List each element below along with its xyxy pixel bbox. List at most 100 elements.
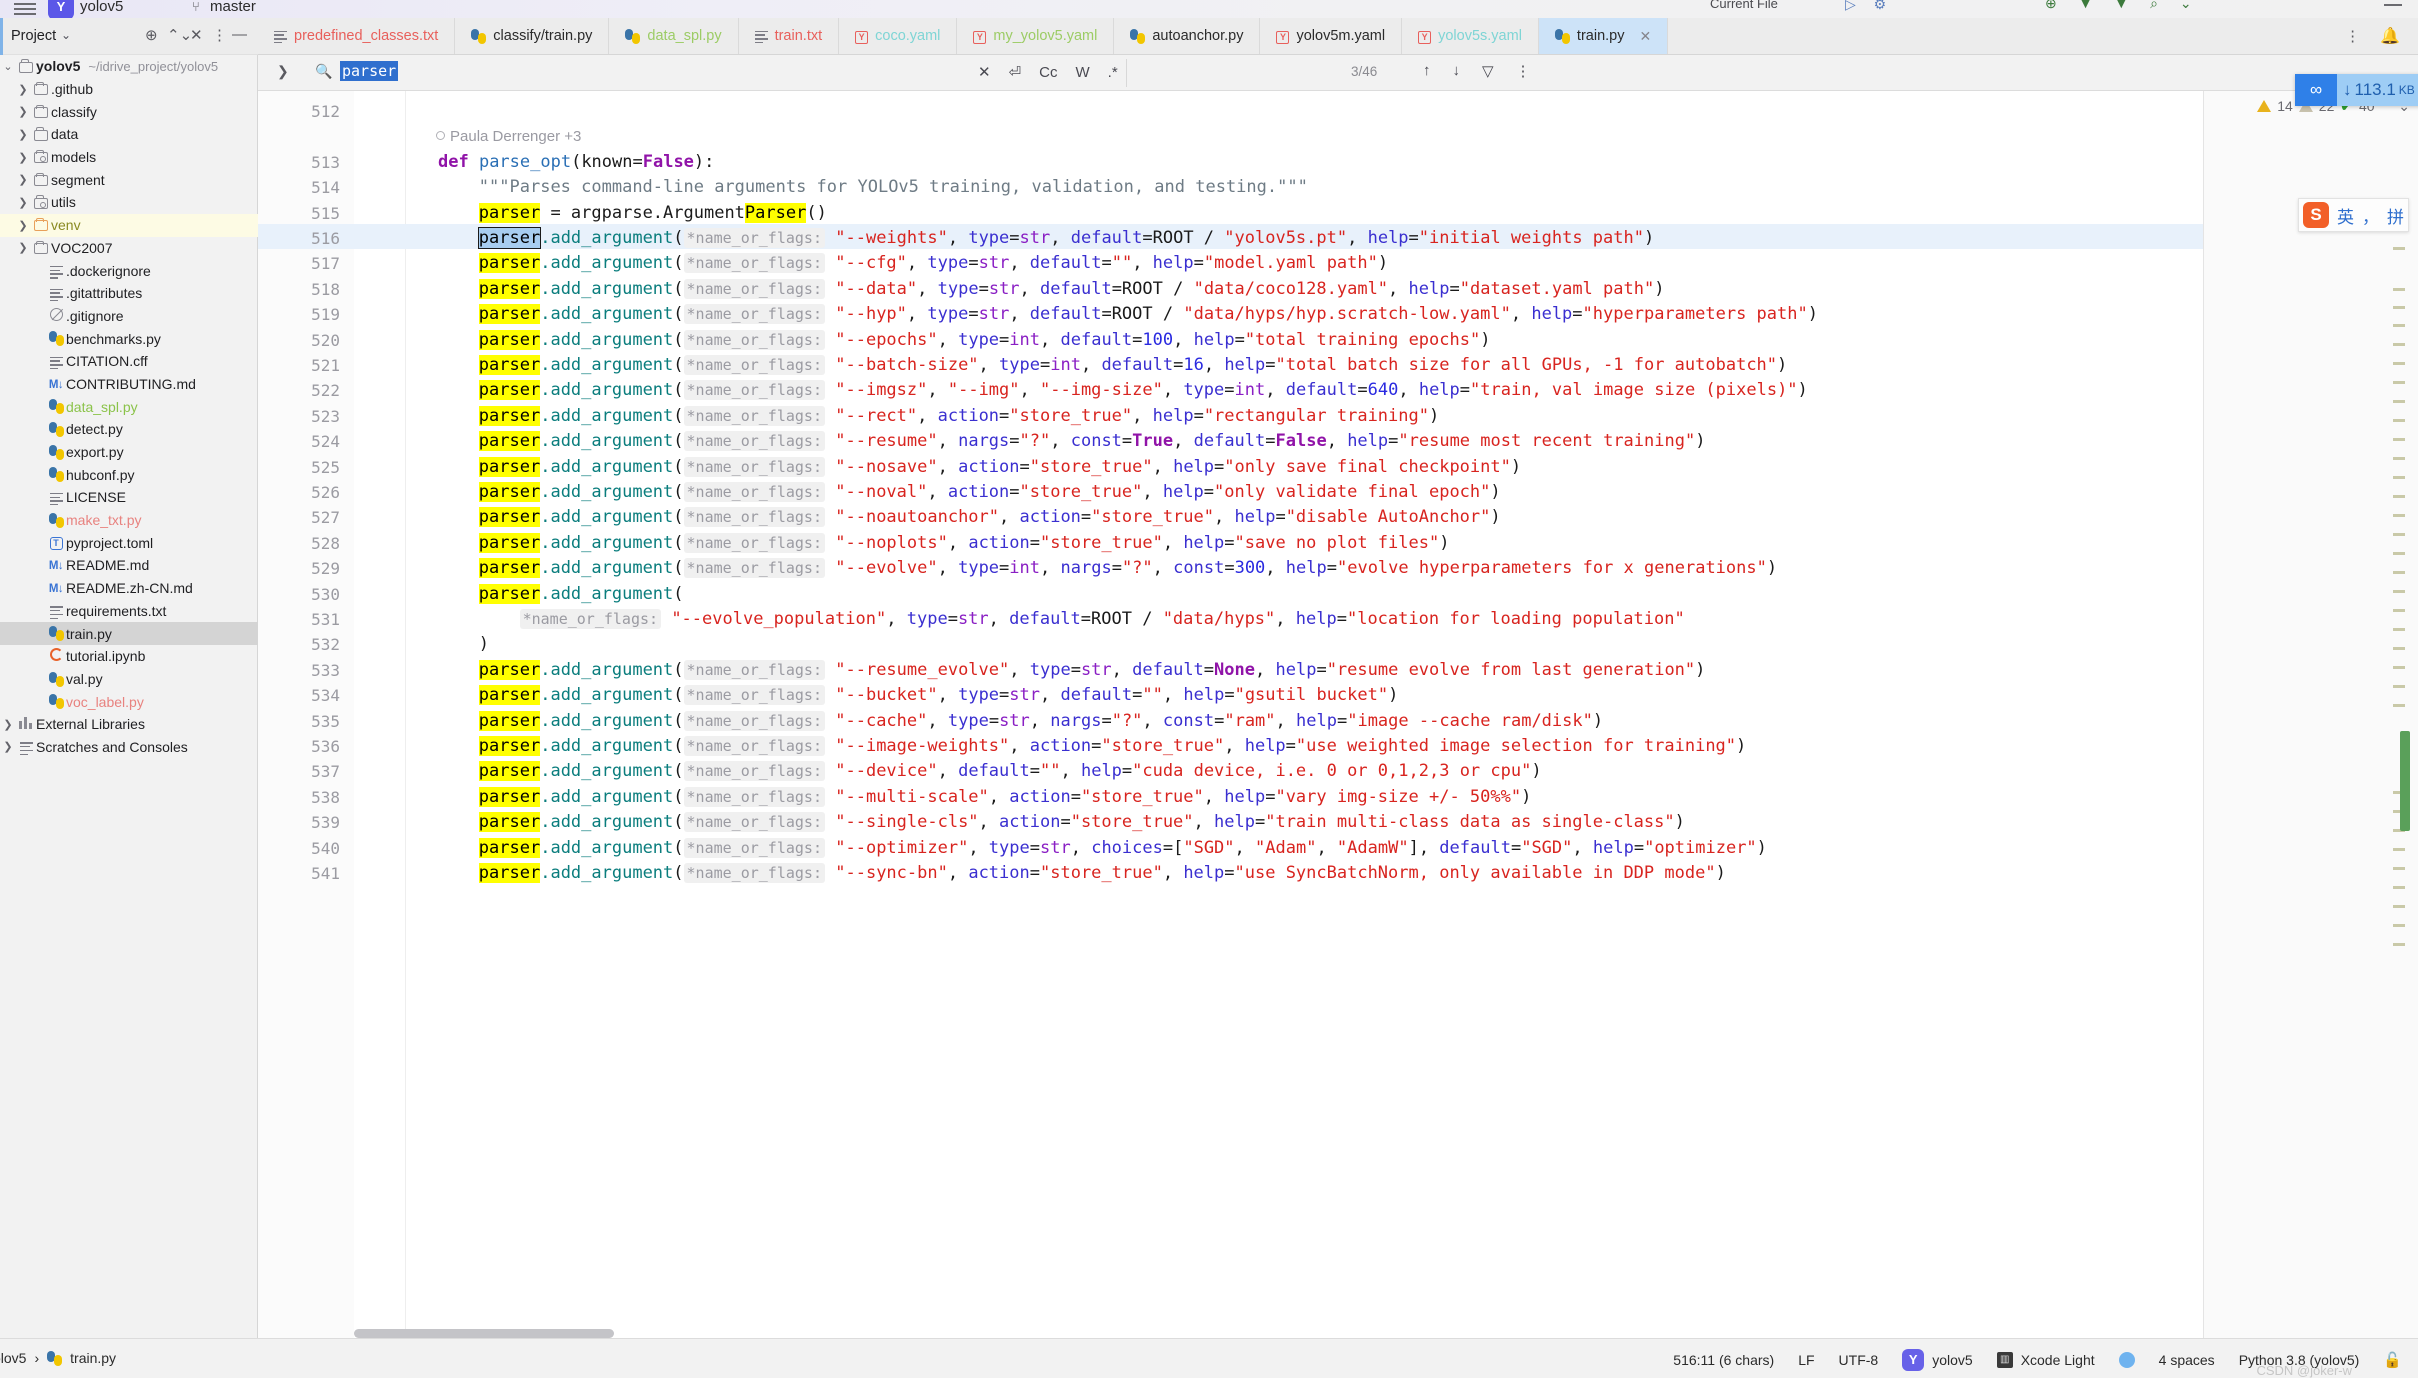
search-toggles[interactable]: ✕ ⏎ Cc W .*: [978, 63, 1118, 82]
breadcrumb-file[interactable]: train.py: [70, 1350, 116, 1366]
caret-position[interactable]: 516:11 (6 chars): [1673, 1352, 1774, 1368]
editor-tab-bar[interactable]: predefined_classes.txt classify/train.py d…: [258, 18, 2418, 55]
code-line[interactable]: parser = argparse.ArgumentParser(): [478, 201, 827, 226]
line-number[interactable]: 531: [258, 607, 340, 632]
line-number[interactable]: 529: [258, 556, 340, 581]
inspection-mark[interactable]: [2393, 924, 2405, 927]
inspection-mark[interactable]: [2393, 495, 2405, 498]
run-controls[interactable]: ▷ ⚙: [1845, 0, 1893, 13]
inspection-mark[interactable]: [2393, 552, 2405, 555]
code-line[interactable]: parser.add_argument(*name_or_flags: "--i…: [478, 378, 1808, 403]
regex-newline-toggle[interactable]: ⏎: [1009, 63, 1022, 81]
indent-setting[interactable]: 4 spaces: [2159, 1352, 2215, 1368]
line-number[interactable]: 523: [258, 404, 340, 429]
code-line[interactable]: parser.add_argument(*name_or_flags: "--w…: [477, 226, 1654, 251]
tree-item-models[interactable]: ❯ models: [0, 146, 258, 169]
tree-item-venv[interactable]: ❯ venv: [0, 213, 258, 237]
inspection-mark[interactable]: [2393, 288, 2405, 291]
chevron-down-icon[interactable]: ⌄: [0, 60, 16, 73]
tree-item-make-txt-py[interactable]: make_txt.py: [0, 509, 258, 532]
ime-punctuation[interactable]: ，: [2362, 203, 2379, 228]
code-line[interactable]: parser.add_argument(*name_or_flags: "--n…: [478, 531, 1449, 556]
chevron-right-icon[interactable]: ❯: [15, 83, 31, 96]
inspection-mark[interactable]: [2393, 943, 2405, 946]
chevron-right-icon[interactable]: ❯: [0, 718, 16, 731]
code-line[interactable]: parser.add_argument(*name_or_flags: "--e…: [478, 328, 1490, 353]
chevron-right-icon[interactable]: ❯: [15, 241, 31, 254]
editor-tab-data-spl-py[interactable]: data_spl.py: [609, 18, 739, 54]
tree-item-license[interactable]: LICENSE: [0, 486, 258, 509]
toolbar-right-icons[interactable]: ⊕ ▼ ▼ ⌕ ⌄: [2045, 0, 2201, 12]
inspection-mark[interactable]: [2393, 514, 2405, 517]
chevron-down-icon[interactable]: ⌄: [61, 28, 71, 42]
line-number[interactable]: 517: [258, 251, 340, 276]
code-line[interactable]: parser.add_argument(*name_or_flags: "--h…: [478, 302, 1818, 327]
code-editor[interactable]: 512 Paula Derrenger +3 513 def parse_opt(kn…: [258, 91, 2418, 1338]
chevron-right-icon[interactable]: ❯: [0, 740, 16, 753]
ime-status-overlay[interactable]: S 英 ， 拼: [2298, 198, 2409, 232]
tree-item-voc-label-py[interactable]: voc_label.py: [0, 690, 258, 713]
code-line[interactable]: parser.add_argument(*name_or_flags: "--b…: [478, 353, 1787, 378]
tree-item-benchmarks-py[interactable]: benchmarks.py: [0, 327, 258, 350]
status-dot-icon[interactable]: [2118, 1352, 2135, 1368]
inspection-mark[interactable]: [2393, 362, 2405, 365]
download-speed-overlay[interactable]: ∞ ↓ 113.1 KB: [2295, 74, 2418, 106]
tree-item-scratches-and-consoles[interactable]: ❯ Scratches and Consoles: [0, 736, 258, 759]
clear-search-button[interactable]: ✕: [978, 63, 991, 81]
locate-icon[interactable]: ⊕: [145, 26, 158, 44]
line-number[interactable]: 528: [258, 531, 340, 556]
tree-item-data[interactable]: ❯ data: [0, 123, 258, 146]
file-encoding[interactable]: UTF-8: [1839, 1352, 1879, 1368]
editor-tab-autoanchor-py[interactable]: autoanchor.py: [1114, 18, 1261, 54]
code-line[interactable]: parser.add_argument(*name_or_flags: "--c…: [478, 251, 1388, 276]
line-number[interactable]: 527: [258, 505, 340, 530]
code-line[interactable]: parser.add_argument(*name_or_flags: "--r…: [478, 404, 1439, 429]
inspection-mark[interactable]: [2393, 886, 2405, 889]
tree-item--github[interactable]: ❯ .github: [0, 78, 258, 101]
code-line[interactable]: parser.add_argument(*name_or_flags: "--s…: [478, 861, 1726, 886]
line-separator[interactable]: LF: [1798, 1352, 1814, 1368]
tree-item-val-py[interactable]: val.py: [0, 668, 258, 691]
line-number[interactable]: 539: [258, 810, 340, 835]
code-line[interactable]: parser.add_argument(*name_or_flags: "--r…: [478, 658, 1705, 683]
tree-item-voc2007[interactable]: ❯ VOC2007: [0, 237, 258, 260]
tree-item--gitignore[interactable]: .gitignore: [0, 305, 258, 328]
theme-name[interactable]: Xcode Light: [2021, 1352, 2095, 1368]
chevron-right-icon[interactable]: ❯: [15, 196, 31, 209]
line-number[interactable]: 536: [258, 734, 340, 759]
code-line[interactable]: parser.add_argument(*name_or_flags: "--n…: [478, 480, 1501, 505]
collapse-all-icon[interactable]: ✕: [190, 26, 203, 44]
inspection-mark[interactable]: [2393, 571, 2405, 574]
editor-tab-classify-train-py[interactable]: classify/train.py: [455, 18, 610, 54]
tree-item-citation-cff[interactable]: CITATION.cff: [0, 350, 258, 373]
tree-item-export-py[interactable]: export.py: [0, 441, 258, 464]
current-file-label[interactable]: Current File: [1710, 0, 1778, 11]
line-number[interactable]: 541: [258, 861, 340, 886]
line-number[interactable]: 515: [258, 201, 340, 226]
inspection-mark[interactable]: [2393, 609, 2405, 612]
line-number[interactable]: 514: [258, 175, 340, 200]
code-line[interactable]: """Parses command-line arguments for YOL…: [479, 175, 1308, 200]
tree-item-readme-zh-cn-md[interactable]: M↓ README.zh-CN.md: [0, 577, 258, 600]
branch-label[interactable]: master: [210, 0, 256, 15]
code-line[interactable]: parser.add_argument(*name_or_flags: "--e…: [478, 556, 1777, 581]
line-number[interactable]: 516: [258, 226, 340, 251]
editor-tab-predefined-classes-txt[interactable]: predefined_classes.txt: [258, 18, 456, 54]
inspection-mark[interactable]: [2393, 247, 2405, 250]
editor-tab-train-py[interactable]: train.py ✕: [1538, 18, 1669, 54]
next-match-button[interactable]: ↓: [1453, 62, 1461, 80]
line-number[interactable]: 522: [258, 378, 340, 403]
tree-item-contributing-md[interactable]: M↓ CONTRIBUTING.md: [0, 373, 258, 396]
search-icon[interactable]: 🔍: [315, 63, 332, 80]
find-options-button[interactable]: ⋮: [1516, 62, 1531, 80]
tree-item-readme-md[interactable]: M↓ README.md: [0, 554, 258, 577]
project-file-tree[interactable]: ⌄ yolov5 ~/idrive_project/yolov5 ❯ .github ❯ c…: [0, 55, 258, 758]
line-number[interactable]: 524: [258, 429, 340, 454]
inspection-mark[interactable]: [2393, 438, 2405, 441]
tree-item--gitattributes[interactable]: .gitattributes: [0, 282, 258, 305]
code-line[interactable]: parser.add_argument(*name_or_flags: "--i…: [478, 734, 1746, 759]
inspection-mark[interactable]: [2393, 666, 2405, 669]
line-number[interactable]: 537: [258, 759, 340, 784]
vcs-branch-widget[interactable]: Y yolov5: [1902, 1349, 1973, 1371]
inspection-mark[interactable]: [2393, 533, 2405, 536]
